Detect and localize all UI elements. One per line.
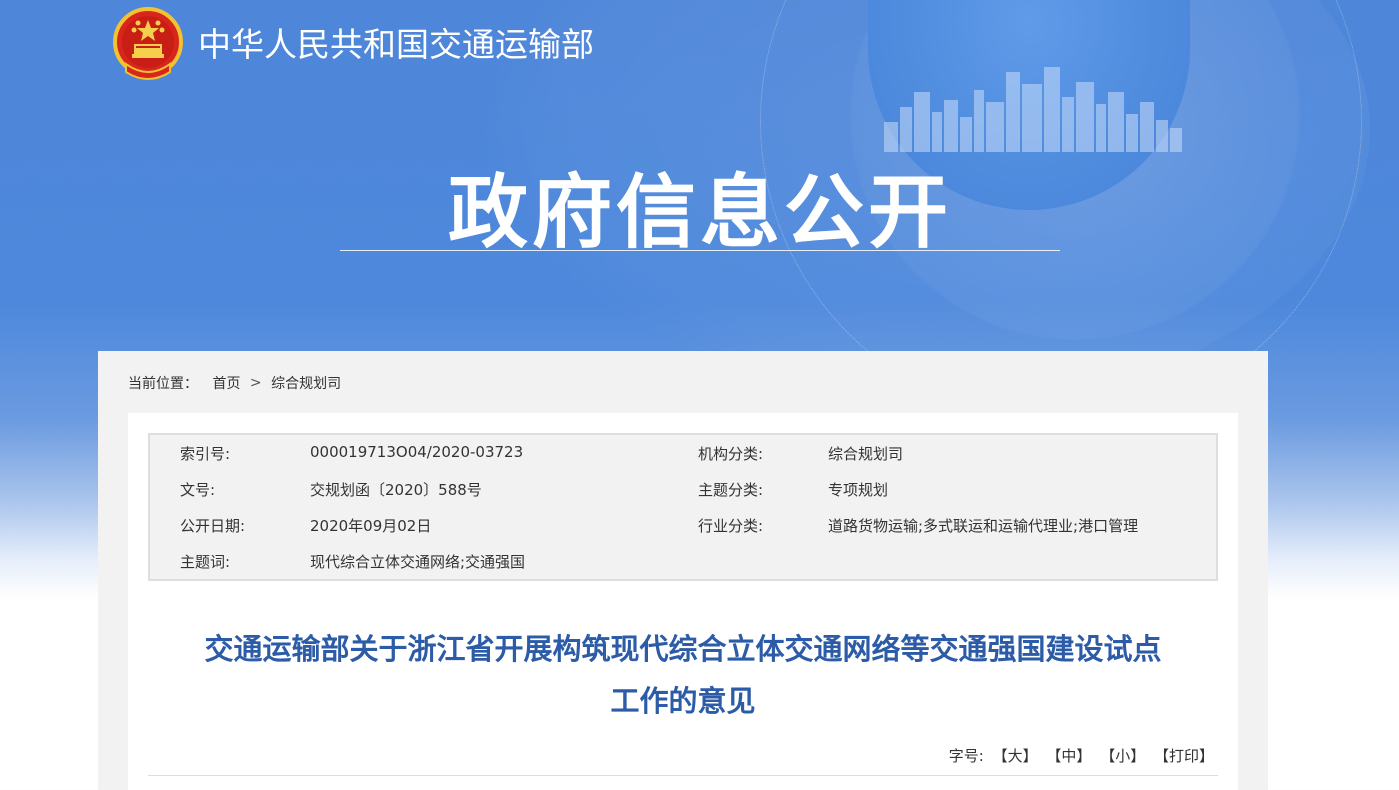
- topic-value: 专项规划: [828, 481, 889, 499]
- industry-value: 道路货物运输;多式联运和运输代理业;港口管理: [828, 517, 1139, 535]
- index-label: 索引号:: [180, 445, 231, 463]
- keywords-label: 主题词:: [180, 553, 231, 571]
- metadata-row: 主题词: 现代综合立体交通网络;交通强国: [150, 543, 1216, 579]
- org-label: 机构分类:: [698, 445, 764, 463]
- docno-value: 交规划函〔2020〕588号: [310, 481, 482, 499]
- content-panel: 当前位置： 首页 > 综合规划司 索引号: 000019713O04/2020-…: [98, 351, 1268, 790]
- metadata-row: 文号: 交规划函〔2020〕588号 主题分类: 专项规划: [150, 471, 1216, 507]
- font-small-button[interactable]: 【小】: [1100, 747, 1145, 765]
- industry-label: 行业分类:: [698, 517, 764, 535]
- metadata-row: 索引号: 000019713O04/2020-03723 机构分类: 综合规划司: [150, 435, 1216, 471]
- city-skyline-icon: [884, 67, 1182, 152]
- font-size-label: 字号:: [948, 747, 984, 765]
- national-emblem-icon: [113, 7, 183, 80]
- article-card: 索引号: 000019713O04/2020-03723 机构分类: 综合规划司…: [128, 413, 1238, 790]
- metadata-table: 索引号: 000019713O04/2020-03723 机构分类: 综合规划司…: [148, 433, 1218, 581]
- document-title: 交通运输部关于浙江省开展构筑现代综合立体交通网络等交通强国建设试点 工作的意见: [128, 623, 1238, 727]
- print-button[interactable]: 【打印】: [1154, 747, 1214, 765]
- metadata-row: 公开日期: 2020年09月02日 行业分类: 道路货物运输;多式联运和运输代理…: [150, 507, 1216, 543]
- keywords-value: 现代综合立体交通网络;交通强国: [310, 553, 526, 571]
- font-medium-button[interactable]: 【中】: [1046, 747, 1091, 765]
- document-title-line2: 工作的意见: [610, 684, 756, 718]
- breadcrumb-current-link[interactable]: 综合规划司: [271, 376, 341, 392]
- org-value: 综合规划司: [828, 445, 904, 463]
- index-value: 000019713O04/2020-03723: [310, 443, 524, 461]
- date-value: 2020年09月02日: [310, 517, 432, 535]
- date-label: 公开日期:: [180, 517, 246, 535]
- ministry-name: 中华人民共和国交通运输部: [198, 25, 594, 64]
- docno-label: 文号:: [180, 481, 216, 499]
- hero-underline: [340, 250, 1060, 251]
- document-title-line1: 交通运输部关于浙江省开展构筑现代综合立体交通网络等交通强国建设试点: [204, 632, 1162, 666]
- breadcrumb-label: 当前位置：: [128, 376, 198, 392]
- font-large-button[interactable]: 【大】: [993, 747, 1038, 765]
- content-divider: [148, 775, 1218, 776]
- hero-title: 政府信息公开: [448, 166, 952, 259]
- breadcrumb: 当前位置： 首页 > 综合规划司: [128, 373, 341, 393]
- font-size-toolbar: 字号: 【大】 【中】 【小】 【打印】: [949, 745, 1214, 766]
- breadcrumb-home-link[interactable]: 首页: [212, 376, 240, 392]
- topic-label: 主题分类:: [698, 481, 764, 499]
- breadcrumb-separator: >: [249, 375, 262, 391]
